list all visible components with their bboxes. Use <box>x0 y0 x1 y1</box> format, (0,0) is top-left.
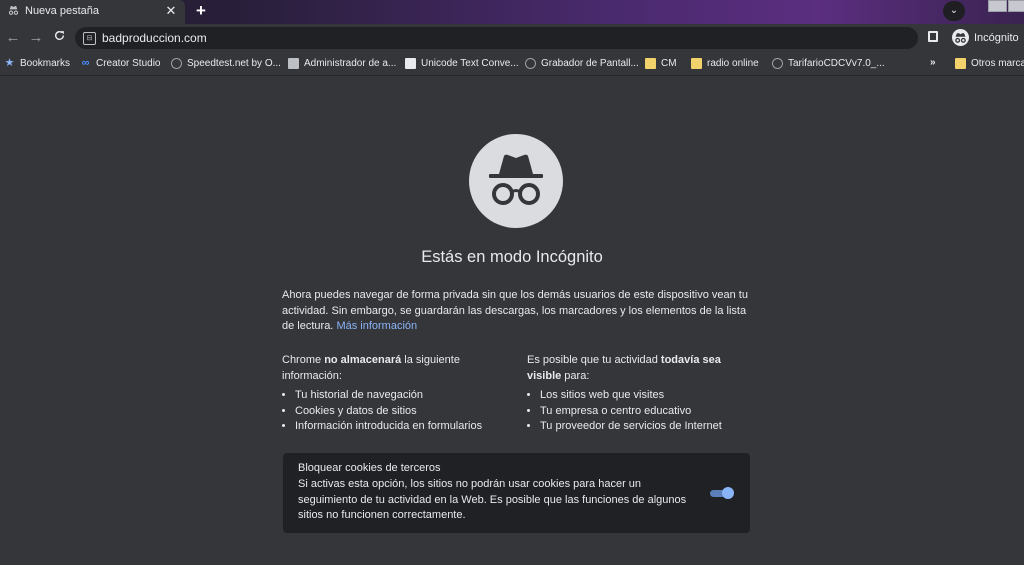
reload-icon <box>54 31 64 40</box>
globe-icon <box>171 58 182 69</box>
list-item: Tu historial de navegación <box>295 388 497 404</box>
bookmark-label: Bookmarks <box>20 58 71 69</box>
not-saved-list: Tu historial de navegación Cookies y dat… <box>282 388 497 435</box>
site-info-icon[interactable]: ⊟ <box>83 32 96 45</box>
bookmark-label: Otros marcad <box>971 58 1024 69</box>
bookmark-label: CM <box>661 58 677 69</box>
title-bar: Nueva pestaña ✕ + ⌄ <box>0 0 1024 24</box>
globe-icon <box>525 58 536 69</box>
page-icon <box>288 58 299 69</box>
close-window-button[interactable] <box>1008 0 1024 12</box>
star-icon: ★ <box>4 57 15 69</box>
overflow-chevron-icon: » <box>930 57 936 68</box>
learn-more-link[interactable]: Más información <box>336 320 417 332</box>
folder-icon <box>645 58 656 69</box>
list-item: Tu proveedor de servicios de Internet <box>540 419 757 435</box>
incognito-label: Incógnito <box>974 32 1019 44</box>
list-item: Información introducida en formularios <box>295 419 497 435</box>
bookmark-label: radio online <box>707 58 759 69</box>
reload-button[interactable] <box>48 28 70 48</box>
not-saved-heading: Chrome no almacenará la siguiente inform… <box>282 354 460 382</box>
chevron-down-icon: ⌄ <box>949 5 959 16</box>
bookmark-label: Creator Studio <box>96 58 161 69</box>
third-party-cookies-card: Bloquear cookies de terceros Si activas … <box>283 453 750 533</box>
bookmark-label: Grabador de Pantall... <box>541 58 639 69</box>
list-item: Tu empresa o centro educativo <box>540 404 757 420</box>
bookmarks-overflow-button[interactable]: » <box>930 57 936 71</box>
tab-title: Nueva pestaña <box>25 5 99 17</box>
still-visible-heading: Es posible que tu actividad todavía sea … <box>527 354 721 382</box>
incognito-avatar-icon <box>952 29 969 46</box>
side-panel-button[interactable] <box>928 31 938 42</box>
address-bar[interactable]: ⊟ badproduccion.com <box>75 27 918 49</box>
globe-icon <box>772 58 783 69</box>
toggle-knob <box>722 487 734 499</box>
incognito-icon <box>6 4 20 18</box>
list-item: Los sitios web que visites <box>540 388 757 404</box>
list-item: Cookies y datos de sitios <box>295 404 497 420</box>
incognito-spy-icon <box>469 134 563 228</box>
forward-button[interactable]: → <box>25 28 47 48</box>
close-icon[interactable]: ✕ <box>163 3 179 19</box>
page-title: Estás en modo Incógnito <box>421 248 603 266</box>
still-visible-column: Es posible que tu actividad todavía sea … <box>527 353 757 435</box>
bookmarks-bar: ★ Bookmarks ∞ Creator Studio Speedtest.n… <box>0 53 1024 76</box>
bookmark-label: Administrador de a... <box>304 58 397 69</box>
page-icon <box>405 58 416 69</box>
tab-search-button[interactable]: ⌄ <box>943 1 965 21</box>
folder-icon <box>691 58 702 69</box>
meta-icon: ∞ <box>81 57 90 69</box>
tab-nueva-pestana[interactable]: Nueva pestaña ✕ <box>0 0 185 24</box>
cookies-description: Si activas esta opción, los sitios no po… <box>298 478 687 521</box>
back-button[interactable]: ← <box>2 28 24 48</box>
new-tab-button[interactable]: + <box>191 1 211 21</box>
block-cookies-toggle[interactable] <box>710 487 734 499</box>
bookmark-label: Unicode Text Conve... <box>421 58 519 69</box>
not-saved-column: Chrome no almacenará la siguiente inform… <box>282 353 497 435</box>
toolbar: ← → ⊟ badproduccion.com Incógnito <box>0 24 1024 53</box>
intro-text: Ahora puedes navegar de forma privada si… <box>282 288 752 335</box>
bookmark-label: Speedtest.net by O... <box>187 58 281 69</box>
folder-icon <box>955 58 966 69</box>
incognito-profile-button[interactable]: Incógnito <box>950 28 1020 48</box>
cookies-title: Bloquear cookies de terceros <box>298 462 441 474</box>
restore-window-button[interactable] <box>988 0 1007 12</box>
url-text[interactable]: badproduccion.com <box>102 31 207 45</box>
bookmark-label: TarifarioCDCVv7.0_... <box>788 58 885 69</box>
still-visible-list: Los sitios web que visites Tu empresa o … <box>527 388 757 435</box>
incognito-page: Estás en modo Incógnito Ahora puedes nav… <box>0 76 1024 565</box>
